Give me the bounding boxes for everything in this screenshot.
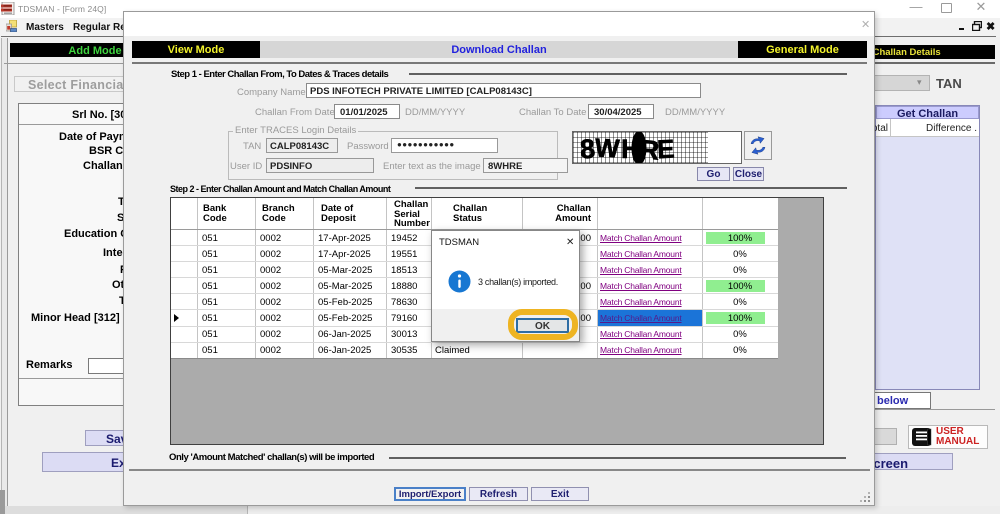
svg-text:E: E bbox=[656, 134, 675, 163]
svg-text:W: W bbox=[594, 132, 621, 163]
